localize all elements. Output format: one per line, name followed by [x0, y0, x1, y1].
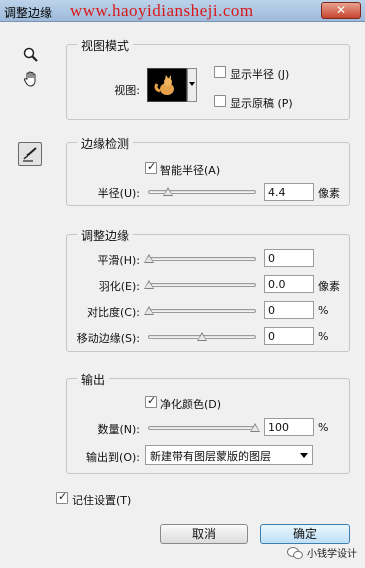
view-mode-legend: 视图模式: [77, 37, 134, 54]
shift-edge-unit: %: [318, 330, 329, 343]
output-legend: 输出: [77, 371, 110, 388]
shift-edge-label: 移动边缘(S):: [76, 332, 140, 345]
shift-edge-input[interactable]: 0: [264, 327, 314, 345]
view-label: 视图:: [114, 84, 140, 97]
shift-edge-slider[interactable]: [148, 332, 256, 341]
amount-label: 数量(N):: [97, 423, 140, 436]
amount-input[interactable]: 100: [264, 418, 314, 436]
contrast-slider[interactable]: [144, 306, 256, 315]
window-title: 调整边缘: [4, 6, 53, 20]
show-radius-checkbox[interactable]: [214, 66, 226, 78]
output-to-value: 新建带有图层蒙版的图层: [150, 450, 271, 463]
smooth-slider[interactable]: [144, 254, 256, 263]
decontaminate-checkbox[interactable]: [145, 394, 157, 408]
feather-label: 羽化(E):: [98, 280, 140, 293]
smooth-label: 平滑(H):: [97, 254, 140, 267]
feather-slider[interactable]: [144, 280, 256, 289]
smart-radius-checkbox[interactable]: [145, 160, 157, 174]
show-original-label: 显示原稿 (P): [230, 97, 293, 110]
close-button[interactable]: ✕: [321, 2, 361, 19]
feather-unit: 像素: [318, 280, 340, 293]
chevron-down-icon: [189, 82, 195, 86]
footer-brand-text: 小钱学设计: [307, 549, 357, 560]
close-icon: ✕: [335, 3, 347, 17]
output-to-select[interactable]: 新建带有图层蒙版的图层: [145, 445, 313, 465]
hand-icon: [23, 71, 36, 87]
watermark-text: www.haoyidiansheji.com: [70, 1, 254, 20]
contrast-input[interactable]: 0: [264, 301, 314, 319]
cancel-button[interactable]: 取消: [160, 524, 248, 544]
amount-slider-thumb[interactable]: [250, 423, 260, 432]
wechat-logo-icon: [287, 546, 303, 559]
radius-input[interactable]: 4.4: [264, 183, 314, 201]
amount-unit: %: [318, 421, 329, 434]
hand-tool[interactable]: [20, 68, 42, 90]
smooth-slider-thumb[interactable]: [144, 254, 154, 263]
contrast-label: 对比度(C):: [87, 306, 140, 319]
show-radius-label: 显示半径 (J): [230, 68, 290, 81]
adjust-edge-legend: 调整边缘: [77, 227, 134, 244]
smooth-input[interactable]: 0: [264, 249, 314, 267]
contrast-slider-thumb[interactable]: [144, 306, 154, 315]
radius-slider-thumb[interactable]: [163, 187, 174, 196]
contrast-unit: %: [318, 304, 329, 317]
output-to-label: 输出到(O):: [86, 451, 140, 464]
refine-radius-brush-icon: [23, 147, 37, 162]
radius-unit: 像素: [318, 187, 340, 200]
remember-settings-label: 记住设置(T): [72, 494, 132, 507]
decontaminate-label: 净化颜色(D): [160, 398, 222, 411]
shift-edge-slider-thumb[interactable]: [197, 332, 207, 341]
ok-button[interactable]: 确定: [260, 524, 350, 544]
feather-slider-thumb[interactable]: [144, 280, 154, 289]
view-mode-dropdown[interactable]: [187, 68, 197, 102]
title-bar: 调整边缘 www.haoyidiansheji.com ✕: [0, 0, 365, 22]
footer-brand: 小钱学设计: [287, 545, 357, 560]
fox-thumbnail-icon: [154, 75, 174, 95]
refine-radius-tool[interactable]: [18, 142, 42, 166]
radius-label: 半径(U):: [97, 187, 140, 200]
zoom-tool[interactable]: [20, 44, 42, 66]
amount-slider[interactable]: [148, 423, 260, 432]
radius-slider[interactable]: [148, 187, 256, 196]
smart-radius-label: 智能半径(A): [160, 164, 221, 177]
remember-settings-checkbox[interactable]: [56, 490, 68, 504]
chevron-down-icon: [300, 453, 308, 458]
feather-input[interactable]: 0.0: [264, 275, 314, 293]
edge-detection-legend: 边缘检测: [77, 135, 134, 152]
show-original-checkbox[interactable]: [214, 95, 226, 107]
view-preview-thumbnail[interactable]: [147, 68, 187, 102]
zoom-magnifier-icon: [23, 47, 38, 62]
